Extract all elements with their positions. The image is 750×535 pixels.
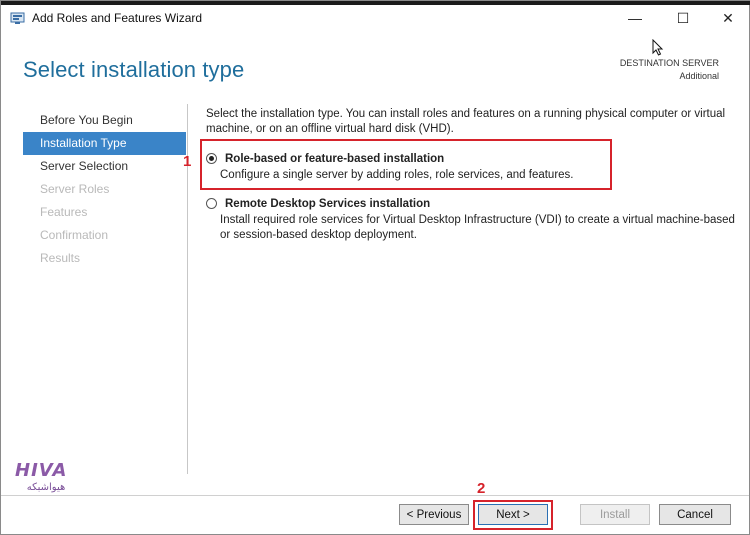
- watermark-latin: HIVA: [15, 460, 68, 481]
- content-pane: Select the installation type. You can in…: [206, 107, 741, 241]
- nav-item-features: Features: [40, 205, 88, 219]
- option-remote-desktop[interactable]: Remote Desktop Services installation Ins…: [206, 197, 741, 243]
- nav-item-before-you-begin[interactable]: Before You Begin: [23, 109, 186, 132]
- annotation-step-1: 1: [183, 153, 192, 170]
- mouse-cursor-icon: [652, 38, 664, 62]
- nav-item-installation-type[interactable]: Installation Type: [23, 132, 186, 155]
- highlight-box-option: [200, 139, 612, 190]
- destination-server: DESTINATION SERVER Additional: [620, 57, 719, 83]
- annotation-step-2: 2: [477, 480, 486, 497]
- radio-remote-desktop[interactable]: [206, 198, 217, 209]
- wizard-nav: Before You Begin Installation Type Serve…: [23, 109, 186, 270]
- cancel-button[interactable]: Cancel: [659, 504, 731, 525]
- install-button: Install: [580, 504, 650, 525]
- option-remote-desktop-title[interactable]: Remote Desktop Services installation: [225, 197, 741, 212]
- page-title: Select installation type: [23, 57, 245, 82]
- destination-label: DESTINATION SERVER: [619, 58, 719, 68]
- option-remote-desktop-description: Install required role services for Virtu…: [220, 214, 735, 241]
- nav-item-server-selection[interactable]: Server Selection: [23, 155, 186, 178]
- wizard-window: Add Roles and Features Wizard — ☐ ✕ Sele…: [0, 0, 750, 535]
- minimize-button[interactable]: —: [612, 5, 658, 31]
- title-bar: Add Roles and Features Wizard — ☐ ✕: [1, 5, 749, 31]
- maximize-button[interactable]: ☐: [660, 5, 706, 31]
- window-title: Add Roles and Features Wizard: [32, 11, 203, 25]
- nav-item-confirmation: Confirmation: [40, 228, 109, 242]
- watermark-persian: هیواشبکه: [26, 482, 66, 493]
- nav-item-server-roles: Server Roles: [40, 182, 110, 196]
- close-button[interactable]: ✕: [705, 5, 750, 31]
- footer-divider: [1, 495, 749, 496]
- previous-button[interactable]: < Previous: [399, 504, 469, 525]
- nav-item-results: Results: [40, 251, 81, 265]
- server-manager-icon: [10, 10, 26, 26]
- highlight-box-next: [473, 500, 553, 530]
- installation-type-description: Select the installation type. You can in…: [206, 108, 726, 135]
- destination-value: Additional: [679, 71, 719, 81]
